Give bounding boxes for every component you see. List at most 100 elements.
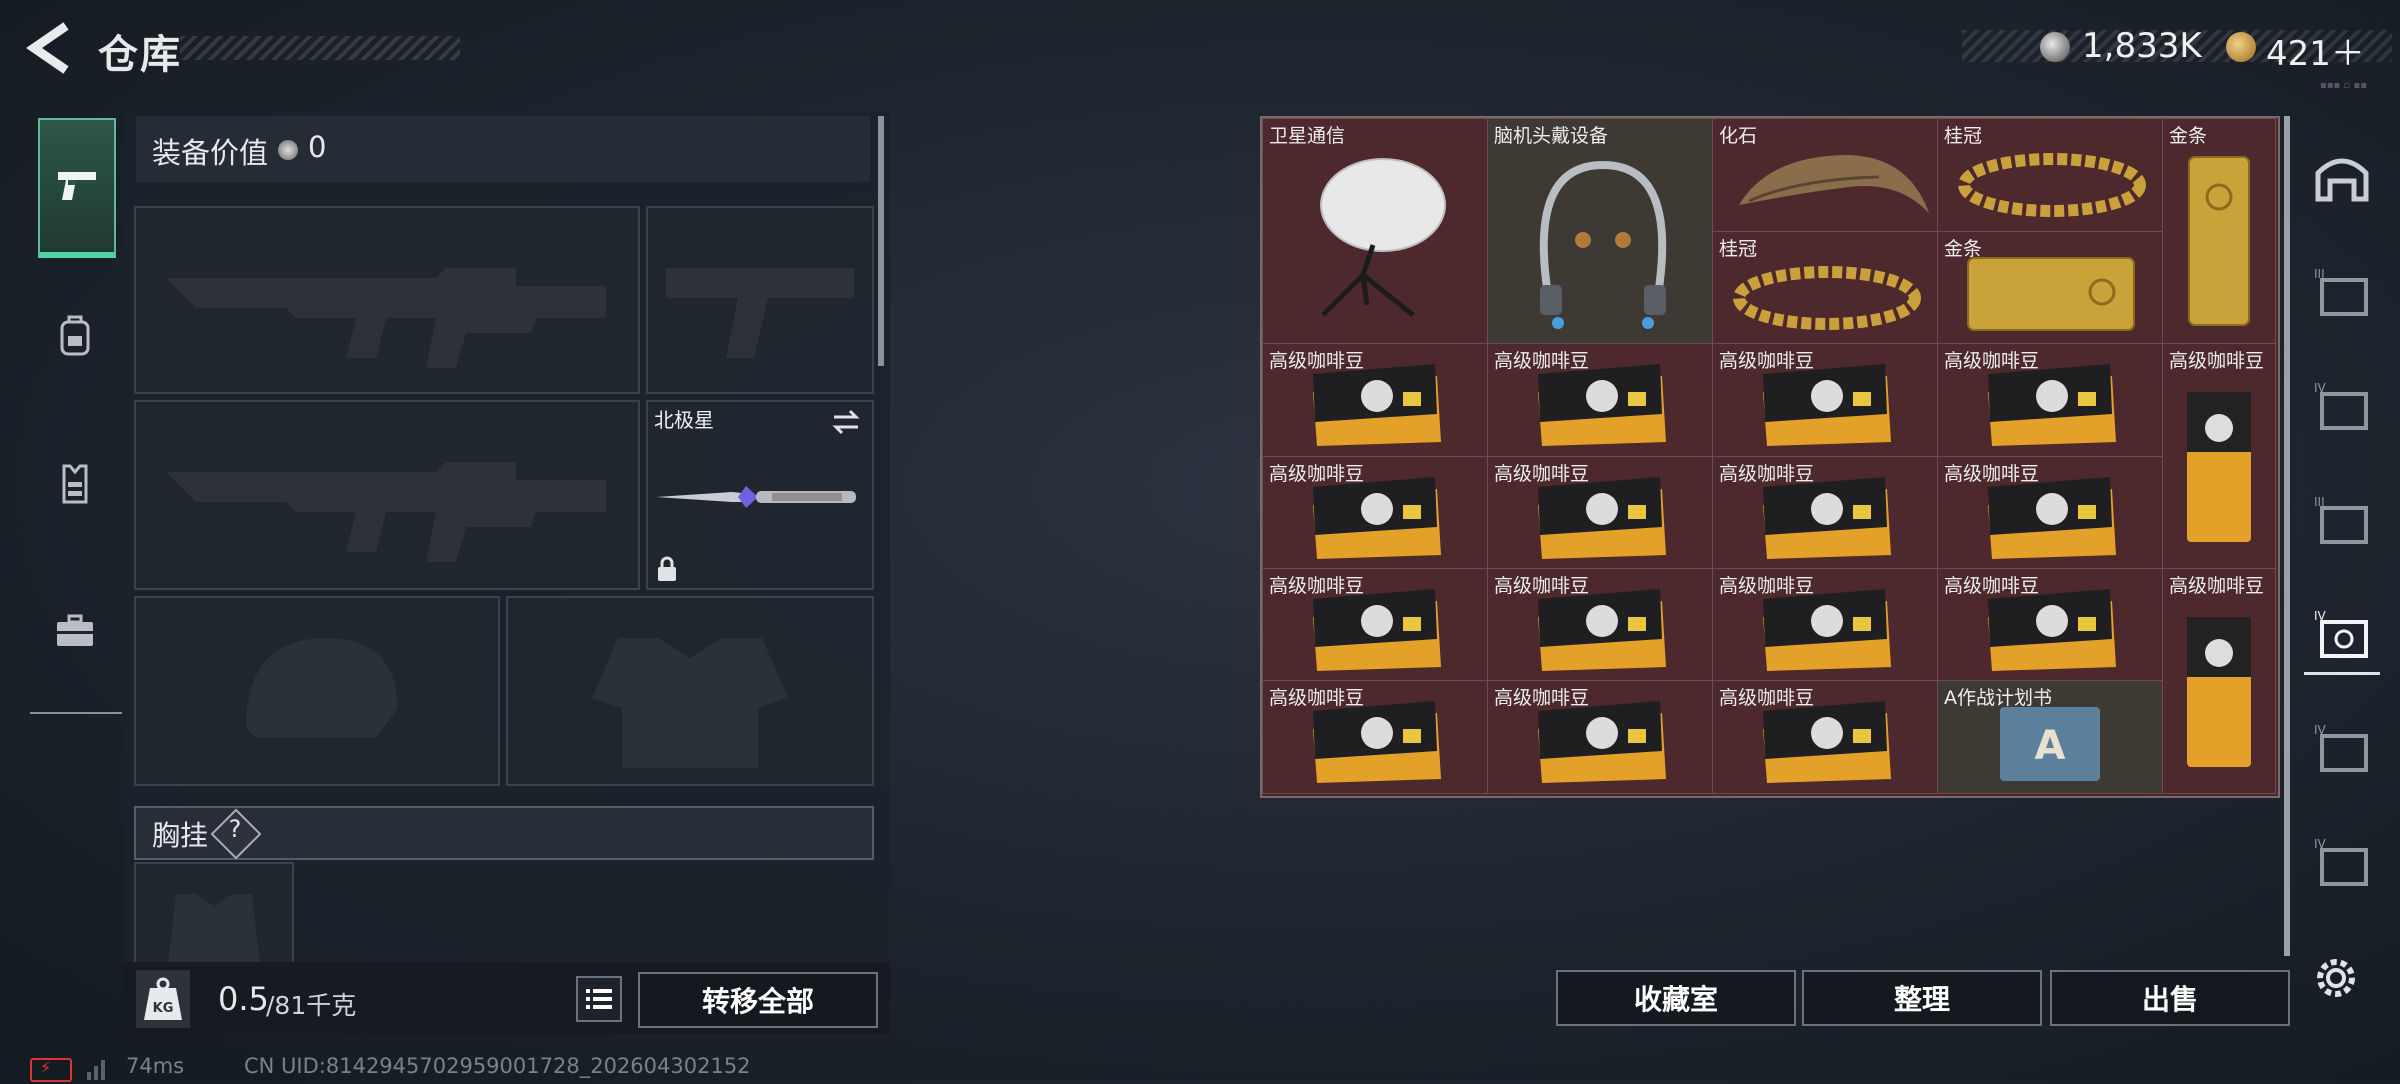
left-category-nav <box>30 118 122 714</box>
svg-text:KG: KG <box>153 1001 174 1016</box>
gear-icon <box>2317 959 2355 997</box>
coffee-bag-icon <box>1763 589 1891 671</box>
chest-rig-silhouette-icon <box>168 894 260 964</box>
primary-weapon-slot[interactable] <box>134 206 640 394</box>
nav-storage-tier4-active[interactable]: IV <box>2304 596 2380 675</box>
nav-storage-tier4-a[interactable]: IV <box>2304 368 2380 444</box>
coffee-bag-icon <box>1763 701 1891 783</box>
sidearm-slot[interactable] <box>646 206 874 394</box>
melee-item-name: 北极星 <box>654 408 714 432</box>
item-coffee[interactable]: 高级咖啡豆 <box>1712 680 1938 794</box>
chest-rig-label: 胸挂 <box>152 819 209 852</box>
equipment-scrollbar[interactable] <box>878 116 884 366</box>
item-coffee[interactable]: 高级咖啡豆 <box>1712 343 1938 457</box>
crate-tier-icon: IV <box>2314 381 2368 430</box>
item-brain-headset[interactable]: 脑机头戴设备 <box>1487 118 1713 344</box>
nav-storage-main[interactable] <box>2304 140 2380 216</box>
coffee-bag-icon <box>1313 701 1441 783</box>
nav-weapons[interactable] <box>38 118 116 258</box>
item-label: 高级咖啡豆 <box>2169 575 2265 597</box>
item-gold-bar-tall[interactable]: 金条 <box>2162 118 2276 344</box>
armor-silhouette-icon <box>592 638 788 768</box>
swap-icon[interactable] <box>830 408 862 436</box>
item-coffee[interactable]: 高级咖啡豆 <box>1937 343 2163 457</box>
body-armor-slot[interactable] <box>506 596 874 786</box>
item-coffee[interactable]: 高级咖啡豆 <box>1937 568 2163 682</box>
user-uid: CN UID:8142945702959001728_202604302152 <box>244 1054 751 1078</box>
coffee-bag-icon <box>1538 701 1666 783</box>
rifle-silhouette-icon <box>166 462 606 562</box>
transfer-all-button[interactable]: 转移全部 <box>638 972 878 1028</box>
coffee-bag-icon <box>1763 477 1891 559</box>
headset-icon <box>1539 160 1667 329</box>
item-fossil[interactable]: 化石 <box>1712 118 1938 232</box>
gold-bar-icon <box>1967 257 2135 331</box>
chevron-left-icon <box>26 22 69 74</box>
item-coffee[interactable]: 高级咖啡豆 <box>1712 568 1938 682</box>
item-coffee[interactable]: 高级咖啡豆 <box>1487 568 1713 682</box>
help-icon-glyph: ? <box>228 815 242 843</box>
equipment-value: 0 <box>308 130 327 164</box>
coffee-bag-icon <box>1313 477 1441 559</box>
nav-backpack[interactable] <box>38 266 112 404</box>
laurel-crown-icon <box>1958 153 2146 217</box>
item-coffee[interactable]: 高级咖啡豆 <box>1712 456 1938 570</box>
coffee-bag-icon <box>1988 364 2116 446</box>
coffee-bag-icon <box>1313 589 1441 671</box>
item-battle-plan[interactable]: A作战计划书 A <box>1937 680 2163 794</box>
nav-storage-tier4-c[interactable]: IV <box>2304 824 2380 900</box>
item-coffee[interactable]: 高级咖啡豆 <box>1262 568 1488 682</box>
coffee-bag-icon <box>1538 589 1666 671</box>
item-satellite[interactable]: 卫星通信 <box>1262 118 1488 344</box>
item-gold-bar[interactable]: 金条 <box>1937 231 2163 344</box>
laurel-crown-icon <box>1733 266 1921 330</box>
list-view-button[interactable] <box>576 976 622 1022</box>
item-coffee[interactable]: 高级咖啡豆 <box>1487 343 1713 457</box>
silver-currency-value: 1,833K <box>2082 26 2202 66</box>
watermark: ▪▪▪ ▫ ▪▪ <box>2320 80 2368 91</box>
nav-storage-tier4-b[interactable]: IV <box>2304 710 2380 786</box>
settings-button[interactable] <box>2306 948 2366 1008</box>
sell-button[interactable]: 出售 <box>2050 970 2290 1026</box>
nav-vest[interactable] <box>38 414 112 552</box>
coffee-bag-icon <box>1538 477 1666 559</box>
nav-case[interactable] <box>38 562 112 700</box>
crate-tier-icon: IV <box>2314 723 2368 772</box>
max-weight: /81千克 <box>266 991 357 1020</box>
item-coffee[interactable]: 高级咖啡豆 <box>1487 456 1713 570</box>
crate-tier-icon: III <box>2314 267 2368 316</box>
crate-tier-icon: III <box>2314 495 2368 544</box>
list-icon <box>586 989 612 1009</box>
storage-scrollbar[interactable] <box>2284 116 2290 956</box>
pistol-icon <box>58 172 96 200</box>
nav-storage-tier3-b[interactable]: III <box>2304 482 2380 558</box>
item-laurel[interactable]: 桂冠 <box>1937 118 2163 232</box>
gold-currency-value[interactable]: 421＋ <box>2266 26 2365 75</box>
storage-home-icon <box>2315 158 2369 202</box>
title-decoration <box>180 36 460 60</box>
item-coffee[interactable]: 高级咖啡豆 <box>1262 343 1488 457</box>
chest-rig-slot[interactable] <box>134 862 294 966</box>
stash-room-button[interactable]: 收藏室 <box>1556 970 1796 1026</box>
lock-icon <box>658 556 676 581</box>
coffee-bag-icon <box>1313 364 1441 446</box>
satellite-dish-icon <box>1320 158 1446 317</box>
item-laurel[interactable]: 桂冠 <box>1712 231 1938 344</box>
helmet-slot[interactable] <box>134 596 500 786</box>
page-title: 仓库 <box>98 32 182 78</box>
item-coffee[interactable]: 高级咖啡豆 <box>1262 680 1488 794</box>
current-weight: 0.5 <box>218 980 269 1018</box>
back-button[interactable] <box>26 20 76 76</box>
item-coffee[interactable]: 高级咖啡豆 <box>1262 456 1488 570</box>
item-coffee-tall[interactable]: 高级咖啡豆 <box>2162 343 2276 569</box>
item-coffee[interactable]: 高级咖啡豆 <box>1937 456 2163 570</box>
organize-button[interactable]: 整理 <box>1802 970 2042 1026</box>
signal-icon <box>86 1054 110 1080</box>
melee-slot[interactable]: 北极星 <box>646 400 874 590</box>
secondary-weapon-slot[interactable] <box>134 400 640 590</box>
item-label: 高级咖啡豆 <box>2169 350 2265 372</box>
item-coffee[interactable]: 高级咖啡豆 <box>1487 680 1713 794</box>
item-coffee-tall[interactable]: 高级咖啡豆 <box>2162 568 2276 794</box>
nav-storage-tier3-a[interactable]: III <box>2304 254 2380 330</box>
equipment-value-label: 装备价值 <box>152 136 269 170</box>
